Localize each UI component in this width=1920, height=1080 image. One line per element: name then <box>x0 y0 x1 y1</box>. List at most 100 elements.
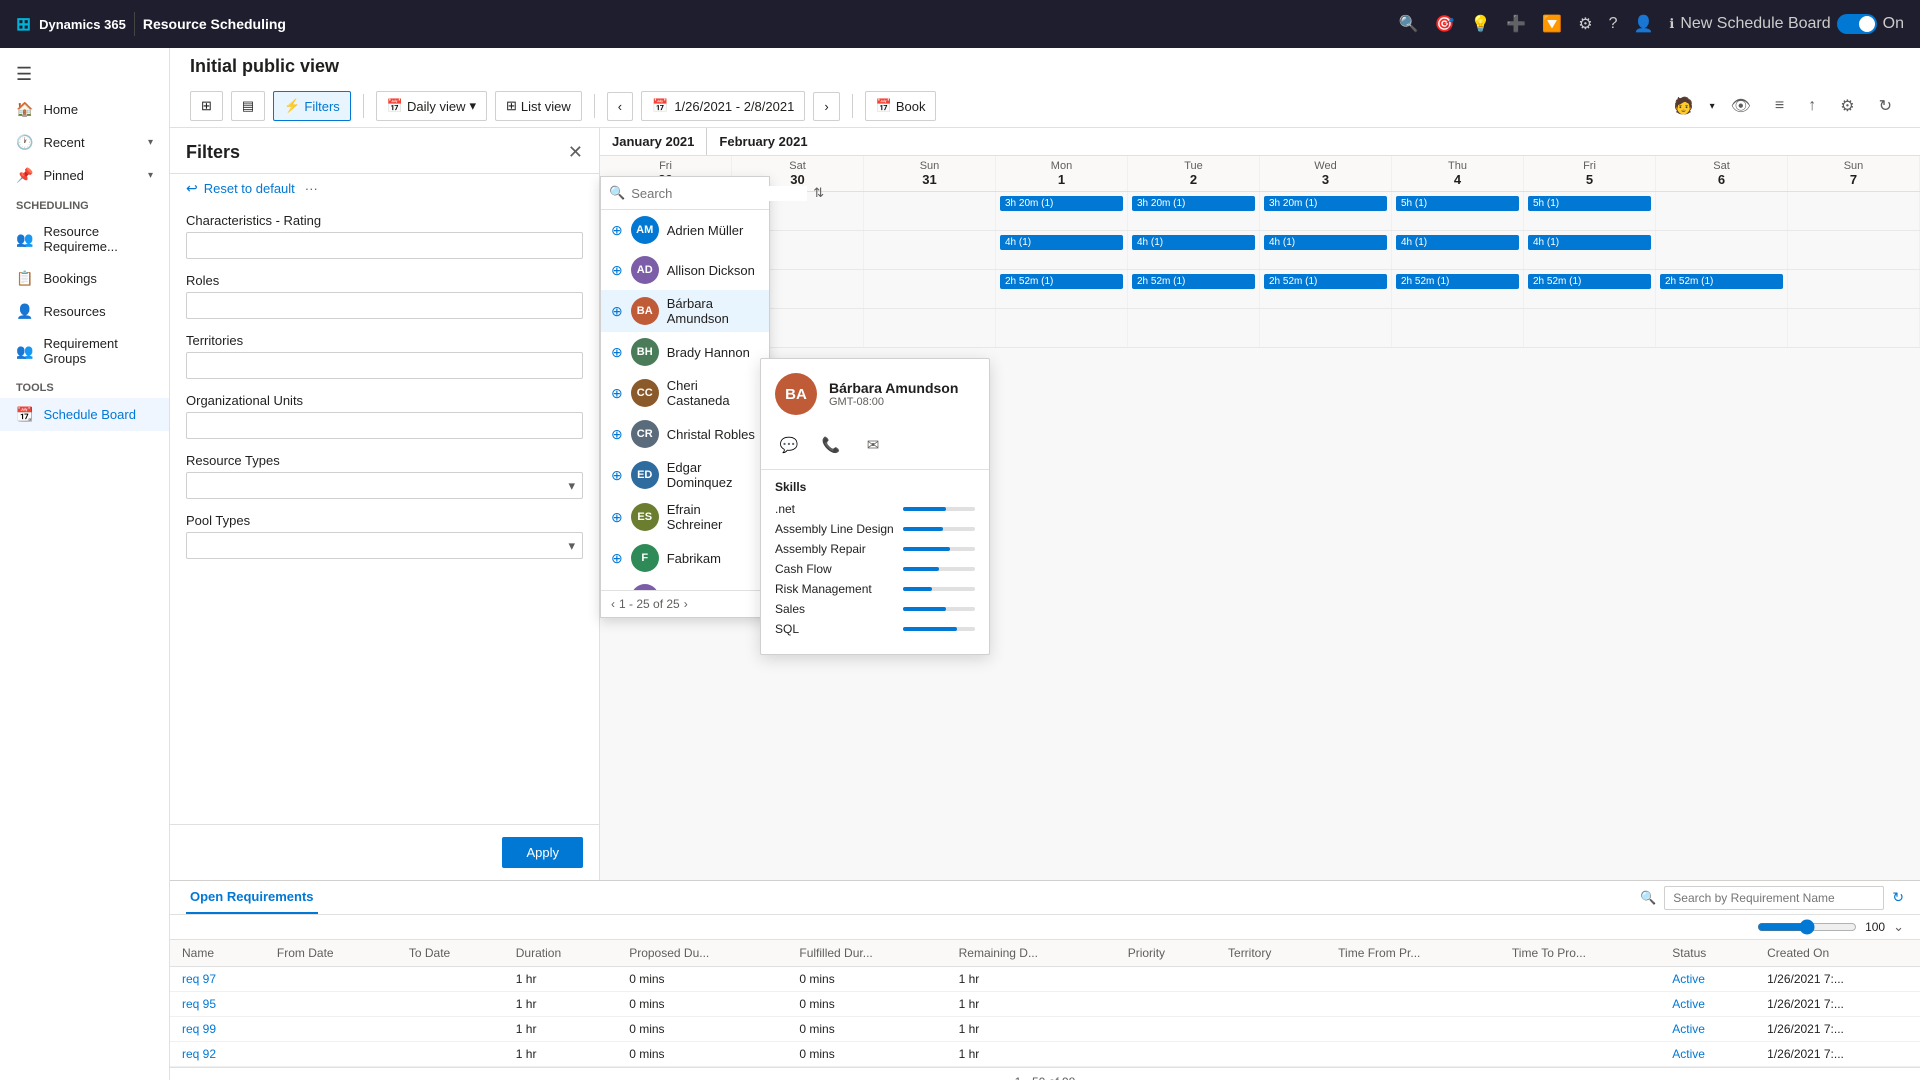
booking-chip[interactable]: 2h 52m (1) <box>1000 274 1123 289</box>
share-icon[interactable]: ↑ <box>1800 93 1824 119</box>
sort-icon[interactable]: ⇅ <box>813 185 824 201</box>
booking-chip[interactable]: 4h (1) <box>1132 235 1255 250</box>
booking-chip[interactable]: 4h (1) <box>1000 235 1123 250</box>
next-date-button[interactable]: › <box>813 92 839 121</box>
prev-page-icon[interactable]: ‹ <box>611 597 615 611</box>
schedule-board-toggle[interactable] <box>1837 14 1877 34</box>
prev-date-button[interactable]: ‹ <box>607 92 633 121</box>
status-link[interactable]: Active <box>1672 1022 1705 1036</box>
resource-item[interactable]: ⊕ JD Jill David <box>601 578 769 590</box>
calendar-cell[interactable]: 3h 20m (1) <box>1128 192 1260 230</box>
calendar-cell[interactable]: 4h (1) <box>1128 231 1260 269</box>
booking-chip[interactable]: 4h (1) <box>1396 235 1519 250</box>
refresh-icon[interactable]: ↻ <box>1871 92 1900 120</box>
resource-item[interactable]: ⊕ AD Allison Dickson <box>601 250 769 290</box>
req-name-link[interactable]: req 97 <box>182 972 216 986</box>
booking-chip[interactable]: 2h 52m (1) <box>1396 274 1519 289</box>
territories-input[interactable] <box>186 352 583 379</box>
sidebar-item-resource-req[interactable]: 👥 Resource Requireme... <box>0 216 169 262</box>
org-units-input[interactable] <box>186 412 583 439</box>
app-logo[interactable]: ⊞ Dynamics 365 Resource Scheduling <box>16 12 286 36</box>
booking-chip[interactable]: 3h 20m (1) <box>1264 196 1387 211</box>
table-cell[interactable]: req 97 <box>170 967 265 992</box>
filters-button[interactable]: ⚡ Filters <box>273 91 351 121</box>
plus-icon[interactable]: ➕ <box>1506 14 1526 34</box>
calendar-cell[interactable]: 4h (1) <box>1260 231 1392 269</box>
email-icon[interactable]: ✉ <box>859 431 887 459</box>
resource-item[interactable]: ⊕ ED Edgar Dominquez <box>601 454 769 496</box>
list-view-small-button[interactable]: ▤ <box>231 91 265 121</box>
req-name-link[interactable]: req 92 <box>182 1047 216 1061</box>
resource-item[interactable]: ⊕ CC Cheri Castaneda <box>601 372 769 414</box>
columns-icon[interactable]: ≡ <box>1767 93 1792 119</box>
calendar-cell[interactable]: 2h 52m (1) <box>1656 270 1788 308</box>
hamburger-menu[interactable]: ☰ <box>0 56 169 93</box>
table-cell[interactable]: Active <box>1660 992 1755 1017</box>
help-icon[interactable]: ? <box>1609 15 1618 33</box>
calendar-cell[interactable]: 5h (1) <box>1392 192 1524 230</box>
status-link[interactable]: Active <box>1672 1047 1705 1061</box>
sidebar-item-pinned[interactable]: 📌 Pinned ▾ <box>0 159 169 192</box>
eye-icon[interactable]: 👁 <box>1723 92 1759 120</box>
booking-chip[interactable]: 2h 52m (1) <box>1528 274 1651 289</box>
calendar-cell[interactable]: 4h (1) <box>996 231 1128 269</box>
phone-icon[interactable]: 📞 <box>817 431 845 459</box>
calendar-cell[interactable]: 4h (1) <box>1524 231 1656 269</box>
list-view-button[interactable]: ⊞ List view <box>495 91 582 121</box>
booking-chip[interactable]: 3h 20m (1) <box>1132 196 1255 211</box>
grid-view-button[interactable]: ⊞ <box>190 91 223 121</box>
filter-icon[interactable]: 🔽 <box>1542 14 1562 34</box>
filters-close-button[interactable]: ✕ <box>568 142 583 163</box>
sidebar-item-resources[interactable]: 👤 Resources <box>0 295 169 328</box>
search-icon[interactable]: 🔍 <box>1399 14 1419 34</box>
sidebar-item-schedule-board[interactable]: 📆 Schedule Board <box>0 398 169 431</box>
sidebar-item-bookings[interactable]: 📋 Bookings <box>0 262 169 295</box>
zoom-slider[interactable] <box>1757 919 1857 935</box>
booking-chip[interactable]: 4h (1) <box>1528 235 1651 250</box>
booking-chip[interactable]: 4h (1) <box>1264 235 1387 250</box>
resource-item[interactable]: ⊕ CR Christal Robles <box>601 414 769 454</box>
target-icon[interactable]: 🎯 <box>1435 14 1455 34</box>
sidebar-item-home[interactable]: 🏠 Home <box>0 93 169 126</box>
calendar-cell[interactable]: 2h 52m (1) <box>1128 270 1260 308</box>
calendar-cell[interactable]: 3h 20m (1) <box>1260 192 1392 230</box>
table-cell[interactable]: Active <box>1660 967 1755 992</box>
booking-chip[interactable]: 2h 52m (1) <box>1132 274 1255 289</box>
calendar-cell[interactable]: 2h 52m (1) <box>1524 270 1656 308</box>
table-cell[interactable]: req 92 <box>170 1042 265 1067</box>
table-cell[interactable]: Active <box>1660 1042 1755 1067</box>
reset-label[interactable]: Reset to default <box>204 181 295 196</box>
status-link[interactable]: Active <box>1672 972 1705 986</box>
table-cell[interactable]: Active <box>1660 1017 1755 1042</box>
gear-toolbar-icon[interactable]: ⚙ <box>1832 92 1862 120</box>
resource-search-input[interactable] <box>631 186 807 201</box>
expand-icon[interactable]: ⌄ <box>1893 919 1904 935</box>
resource-item[interactable]: ⊕ ES Efrain Schreiner <box>601 496 769 538</box>
daily-view-button[interactable]: 📅 Daily view ▾ <box>376 91 487 121</box>
open-requirements-tab[interactable]: Open Requirements <box>186 881 318 914</box>
book-button[interactable]: 📅 Book <box>865 91 937 121</box>
calendar-cell[interactable]: 5h (1) <box>1524 192 1656 230</box>
booking-chip[interactable]: 5h (1) <box>1528 196 1651 211</box>
reset-icon[interactable]: ↩ <box>186 180 198 197</box>
calendar-cell[interactable]: 2h 52m (1) <box>1392 270 1524 308</box>
chat-icon[interactable]: 💬 <box>775 431 803 459</box>
booking-chip[interactable]: 5h (1) <box>1396 196 1519 211</box>
sidebar-item-req-groups[interactable]: 👥 Requirement Groups <box>0 328 169 374</box>
req-name-link[interactable]: req 95 <box>182 997 216 1011</box>
resource-types-select[interactable] <box>186 472 583 499</box>
characteristics-input[interactable] <box>186 232 583 259</box>
refresh-req-icon[interactable]: ↻ <box>1892 889 1904 906</box>
user-icon[interactable]: 👤 <box>1633 14 1653 34</box>
resource-item[interactable]: ⊕ F Fabrikam <box>601 538 769 578</box>
resource-item[interactable]: ⊕ BH Brady Hannon <box>601 332 769 372</box>
settings-icon[interactable]: ⚙ <box>1578 14 1592 34</box>
apply-button[interactable]: Apply <box>502 837 583 868</box>
next-page-btn[interactable]: › <box>1083 1074 1088 1080</box>
lightbulb-icon[interactable]: 💡 <box>1470 14 1490 34</box>
calendar-cell[interactable]: 2h 52m (1) <box>1260 270 1392 308</box>
prev-page-btn[interactable]: ‹ <box>1002 1074 1007 1080</box>
roles-input[interactable] <box>186 292 583 319</box>
booking-chip[interactable]: 3h 20m (1) <box>1000 196 1123 211</box>
req-name-link[interactable]: req 99 <box>182 1022 216 1036</box>
